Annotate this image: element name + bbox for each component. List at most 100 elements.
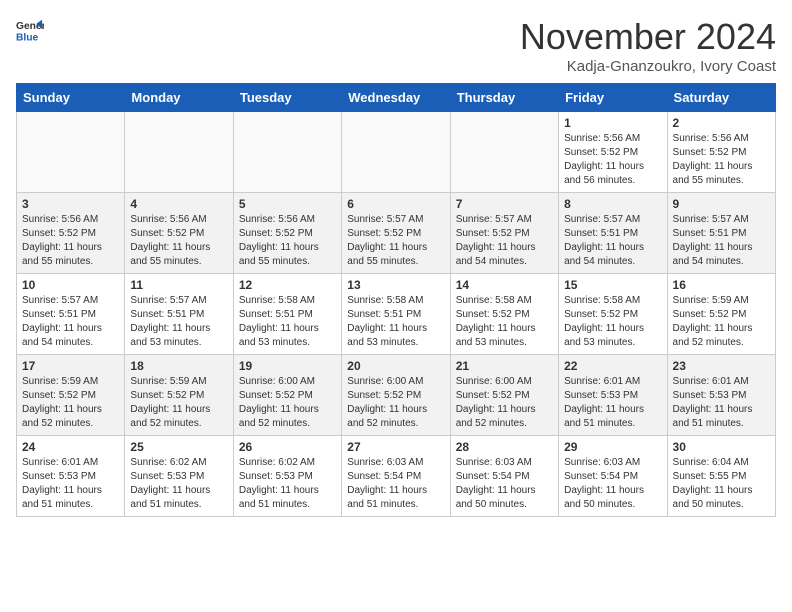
- day-number: 21: [456, 359, 553, 373]
- day-number: 13: [347, 278, 444, 292]
- calendar-cell-26: 26 Sunrise: 6:02 AM Sunset: 5:53 PM Dayli…: [233, 436, 341, 517]
- calendar-cell-22: 22 Sunrise: 6:01 AM Sunset: 5:53 PM Dayli…: [559, 355, 667, 436]
- calendar-cell-11: 11 Sunrise: 5:57 AM Sunset: 5:51 PM Dayli…: [125, 274, 233, 355]
- location: Kadja-Gnanzoukro, Ivory Coast: [520, 58, 776, 75]
- day-info: Sunrise: 5:57 AM Sunset: 5:51 PM Dayligh…: [564, 213, 661, 269]
- day-number: 3: [22, 197, 119, 211]
- day-number: 26: [239, 440, 336, 454]
- day-number: 24: [22, 440, 119, 454]
- day-info: Sunrise: 6:00 AM Sunset: 5:52 PM Dayligh…: [456, 375, 553, 431]
- calendar-cell-29: 29 Sunrise: 6:03 AM Sunset: 5:54 PM Dayli…: [559, 436, 667, 517]
- day-info: Sunrise: 6:02 AM Sunset: 5:53 PM Dayligh…: [239, 456, 336, 512]
- calendar-cell-30: 30 Sunrise: 6:04 AM Sunset: 5:55 PM Dayli…: [667, 436, 775, 517]
- weekday-header-thursday: Thursday: [450, 84, 558, 112]
- day-info: Sunrise: 6:01 AM Sunset: 5:53 PM Dayligh…: [673, 375, 770, 431]
- weekday-header-wednesday: Wednesday: [342, 84, 450, 112]
- day-info: Sunrise: 5:58 AM Sunset: 5:51 PM Dayligh…: [347, 294, 444, 350]
- day-number: 22: [564, 359, 661, 373]
- day-number: 9: [673, 197, 770, 211]
- day-number: 29: [564, 440, 661, 454]
- calendar-cell-21: 21 Sunrise: 6:00 AM Sunset: 5:52 PM Dayli…: [450, 355, 558, 436]
- day-info: Sunrise: 5:57 AM Sunset: 5:52 PM Dayligh…: [456, 213, 553, 269]
- week-row-2: 3 Sunrise: 5:56 AM Sunset: 5:52 PM Daylig…: [17, 193, 776, 274]
- week-row-3: 10Sunrise: 5:57 AM Sunset: 5:51 PM Dayli…: [17, 274, 776, 355]
- day-info: Sunrise: 6:01 AM Sunset: 5:53 PM Dayligh…: [22, 456, 119, 512]
- day-number: 23: [673, 359, 770, 373]
- day-number: 7: [456, 197, 553, 211]
- day-info: Sunrise: 6:01 AM Sunset: 5:53 PM Dayligh…: [564, 375, 661, 431]
- day-info: Sunrise: 6:03 AM Sunset: 5:54 PM Dayligh…: [456, 456, 553, 512]
- calendar-cell-25: 25 Sunrise: 6:02 AM Sunset: 5:53 PM Dayli…: [125, 436, 233, 517]
- title-block: November 2024 Kadja-Gnanzoukro, Ivory Co…: [520, 16, 776, 75]
- logo: General Blue: [16, 16, 44, 44]
- day-number: 18: [130, 359, 227, 373]
- calendar-cell-16: 16 Sunrise: 5:59 AM Sunset: 5:52 PM Dayli…: [667, 274, 775, 355]
- day-info: Sunrise: 5:56 AM Sunset: 5:52 PM Dayligh…: [564, 132, 661, 188]
- calendar-cell-13: 13 Sunrise: 5:58 AM Sunset: 5:51 PM Dayli…: [342, 274, 450, 355]
- day-info: Sunrise: 6:03 AM Sunset: 5:54 PM Dayligh…: [564, 456, 661, 512]
- day-number: 11: [130, 278, 227, 292]
- day-info: Sunrise: 5:58 AM Sunset: 5:52 PM Dayligh…: [456, 294, 553, 350]
- calendar-cell-28: 28 Sunrise: 6:03 AM Sunset: 5:54 PM Dayli…: [450, 436, 558, 517]
- day-number: 6: [347, 197, 444, 211]
- weekday-header-saturday: Saturday: [667, 84, 775, 112]
- day-number: 30: [673, 440, 770, 454]
- calendar-cell-14: 14Sunrise: 5:58 AM Sunset: 5:52 PM Dayli…: [450, 274, 558, 355]
- calendar: SundayMondayTuesdayWednesdayThursdayFrid…: [16, 83, 776, 517]
- day-number: 28: [456, 440, 553, 454]
- day-info: Sunrise: 5:58 AM Sunset: 5:52 PM Dayligh…: [564, 294, 661, 350]
- day-info: Sunrise: 5:56 AM Sunset: 5:52 PM Dayligh…: [130, 213, 227, 269]
- calendar-cell-20: 20 Sunrise: 6:00 AM Sunset: 5:52 PM Dayli…: [342, 355, 450, 436]
- day-info: Sunrise: 5:56 AM Sunset: 5:52 PM Dayligh…: [22, 213, 119, 269]
- calendar-cell-10: 10Sunrise: 5:57 AM Sunset: 5:51 PM Dayli…: [17, 274, 125, 355]
- day-number: 17: [22, 359, 119, 373]
- weekday-header-tuesday: Tuesday: [233, 84, 341, 112]
- calendar-cell-24: 24 Sunrise: 6:01 AM Sunset: 5:53 PM Dayli…: [17, 436, 125, 517]
- logo-icon: General Blue: [16, 16, 44, 44]
- day-info: Sunrise: 6:02 AM Sunset: 5:53 PM Dayligh…: [130, 456, 227, 512]
- day-number: 2: [673, 116, 770, 130]
- weekday-header-friday: Friday: [559, 84, 667, 112]
- week-row-4: 17 Sunrise: 5:59 AM Sunset: 5:52 PM Dayli…: [17, 355, 776, 436]
- calendar-cell-empty: [342, 112, 450, 193]
- calendar-cell-15: 15 Sunrise: 5:58 AM Sunset: 5:52 PM Dayli…: [559, 274, 667, 355]
- day-number: 15: [564, 278, 661, 292]
- day-info: Sunrise: 5:59 AM Sunset: 5:52 PM Dayligh…: [22, 375, 119, 431]
- day-number: 1: [564, 116, 661, 130]
- day-info: Sunrise: 5:59 AM Sunset: 5:52 PM Dayligh…: [130, 375, 227, 431]
- calendar-cell-19: 19Sunrise: 6:00 AM Sunset: 5:52 PM Dayli…: [233, 355, 341, 436]
- calendar-cell-17: 17 Sunrise: 5:59 AM Sunset: 5:52 PM Dayli…: [17, 355, 125, 436]
- calendar-cell-23: 23 Sunrise: 6:01 AM Sunset: 5:53 PM Dayli…: [667, 355, 775, 436]
- calendar-cell-5: 5Sunrise: 5:56 AM Sunset: 5:52 PM Daylig…: [233, 193, 341, 274]
- calendar-cell-12: 12 Sunrise: 5:58 AM Sunset: 5:51 PM Dayli…: [233, 274, 341, 355]
- calendar-cell-2: 2 Sunrise: 5:56 AM Sunset: 5:52 PM Daylig…: [667, 112, 775, 193]
- day-info: Sunrise: 5:56 AM Sunset: 5:52 PM Dayligh…: [673, 132, 770, 188]
- calendar-cell-4: 4 Sunrise: 5:56 AM Sunset: 5:52 PM Daylig…: [125, 193, 233, 274]
- day-info: Sunrise: 5:58 AM Sunset: 5:51 PM Dayligh…: [239, 294, 336, 350]
- calendar-cell-empty: [450, 112, 558, 193]
- day-number: 20: [347, 359, 444, 373]
- day-number: 16: [673, 278, 770, 292]
- svg-text:Blue: Blue: [16, 32, 39, 43]
- day-info: Sunrise: 5:57 AM Sunset: 5:51 PM Dayligh…: [130, 294, 227, 350]
- day-number: 5: [239, 197, 336, 211]
- day-number: 8: [564, 197, 661, 211]
- day-number: 12: [239, 278, 336, 292]
- calendar-cell-6: 6 Sunrise: 5:57 AM Sunset: 5:52 PM Daylig…: [342, 193, 450, 274]
- day-info: Sunrise: 6:00 AM Sunset: 5:52 PM Dayligh…: [347, 375, 444, 431]
- day-info: Sunrise: 5:57 AM Sunset: 5:51 PM Dayligh…: [22, 294, 119, 350]
- calendar-cell-18: 18 Sunrise: 5:59 AM Sunset: 5:52 PM Dayli…: [125, 355, 233, 436]
- day-info: Sunrise: 5:57 AM Sunset: 5:52 PM Dayligh…: [347, 213, 444, 269]
- day-info: Sunrise: 5:57 AM Sunset: 5:51 PM Dayligh…: [673, 213, 770, 269]
- calendar-cell-27: 27Sunrise: 6:03 AM Sunset: 5:54 PM Dayli…: [342, 436, 450, 517]
- day-info: Sunrise: 6:04 AM Sunset: 5:55 PM Dayligh…: [673, 456, 770, 512]
- day-info: Sunrise: 5:59 AM Sunset: 5:52 PM Dayligh…: [673, 294, 770, 350]
- calendar-cell-empty: [233, 112, 341, 193]
- day-number: 4: [130, 197, 227, 211]
- month-title: November 2024: [520, 16, 776, 58]
- day-number: 27: [347, 440, 444, 454]
- day-number: 19: [239, 359, 336, 373]
- calendar-cell-8: 8 Sunrise: 5:57 AM Sunset: 5:51 PM Daylig…: [559, 193, 667, 274]
- day-number: 25: [130, 440, 227, 454]
- calendar-header-row: SundayMondayTuesdayWednesdayThursdayFrid…: [17, 84, 776, 112]
